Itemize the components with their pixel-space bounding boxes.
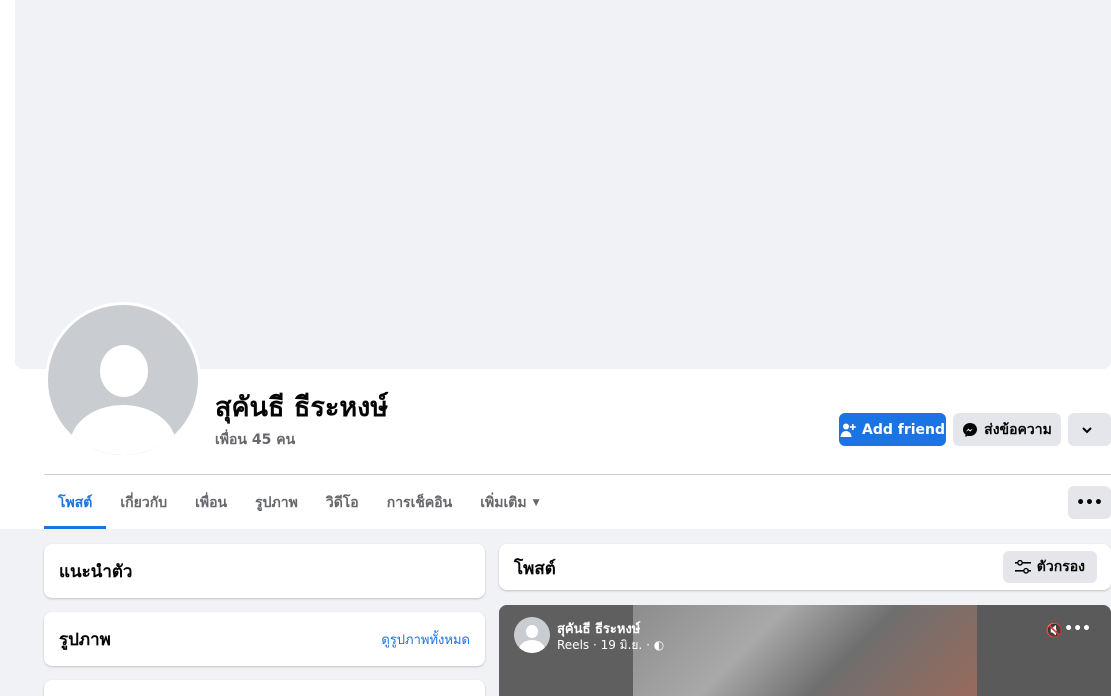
profile-page: สุคันธี ธีระหงษ์ เพื่อน 45 คน Add friend… (0, 0, 1111, 696)
add-person-icon (840, 423, 856, 437)
tab-friends[interactable]: เพื่อน (181, 478, 241, 528)
photos-card: รูปภาพ ดูรูปภาพทั้งหมด (44, 612, 485, 666)
profile-header: สุคันธี ธีระหงษ์ เพื่อน 45 คน Add friend… (0, 0, 1111, 529)
tab-checkins[interactable]: การเช็คอิน (373, 478, 467, 528)
reel-options-icon[interactable]: ••• (1064, 621, 1091, 637)
posts-header-card: โพสต์ ตัวกรอง (499, 544, 1111, 590)
filter-button[interactable]: ตัวกรอง (1002, 551, 1097, 583)
add-friend-label: Add friend (861, 421, 946, 438)
profile-avatar[interactable] (45, 302, 201, 458)
tab-posts[interactable]: โพสต์ (44, 478, 107, 529)
avatar-placeholder-body (70, 405, 176, 455)
intro-card: แนะนำตัว (44, 544, 485, 598)
friends-card (44, 680, 485, 696)
tab-label: โพสต์ (58, 495, 93, 511)
tabs-more-button[interactable]: ••• (1068, 486, 1111, 519)
tab-label: เพื่อน (195, 495, 228, 511)
see-all-photos-link[interactable]: ดูรูปภาพทั้งหมด (381, 629, 470, 650)
reel-right-blur (977, 605, 1111, 696)
tab-label: การเช็คอิน (386, 495, 453, 511)
add-friend-button[interactable]: Add friend (839, 413, 946, 446)
tab-label: เพิ่มเติม (480, 495, 527, 511)
tab-label: วิดีโอ (325, 495, 359, 511)
cover-photo[interactable] (15, 0, 1111, 369)
avatar-placeholder-head (526, 625, 538, 638)
mute-icon[interactable]: 🔇 (1046, 623, 1063, 639)
tab-label: เกี่ยวกับ (120, 495, 168, 511)
header-divider (44, 474, 1111, 475)
avatar-placeholder-body (519, 640, 545, 653)
photos-title[interactable]: รูปภาพ (59, 626, 111, 653)
tab-photos[interactable]: รูปภาพ (241, 478, 312, 528)
message-button[interactable]: ส่งข้อความ (953, 413, 1061, 446)
ellipsis-icon: ••• (1076, 494, 1103, 511)
audience-icon: ◐ (653, 638, 665, 652)
messenger-icon (963, 422, 978, 437)
intro-title: แนะนำตัว (59, 562, 133, 582)
reel-post[interactable]: สุคันธี ธีระหงษ์ Reels · 19 มิ.ย. · ◐ 🔇 … (499, 605, 1111, 696)
more-options-button[interactable] (1068, 413, 1111, 446)
sliders-icon (1014, 560, 1031, 574)
tab-about[interactable]: เกี่ยวกับ (106, 478, 181, 528)
friends-count[interactable]: เพื่อน 45 คน (215, 429, 295, 451)
profile-name: สุคันธี ธีระหงษ์ (215, 392, 389, 423)
tab-videos[interactable]: วิดีโอ (312, 478, 373, 528)
tab-label: รูปภาพ (255, 495, 298, 511)
reel-meta: Reels · 19 มิ.ย. · ◐ (557, 636, 664, 655)
reel-video[interactable] (633, 605, 977, 696)
reel-author-avatar[interactable] (514, 617, 550, 653)
caret-down-icon: ▼ (532, 498, 540, 508)
tab-more[interactable]: เพิ่มเติม ▼ (466, 478, 553, 528)
posts-title: โพสต์ (514, 559, 556, 579)
message-label: ส่งข้อความ (984, 421, 1052, 438)
filter-label: ตัวกรอง (1036, 559, 1085, 575)
reel-meta-text: Reels · 19 มิ.ย. · (557, 638, 650, 652)
avatar-placeholder-head (100, 345, 148, 397)
chevron-down-icon (1081, 426, 1092, 433)
profile-tabs: โพสต์ เกี่ยวกับ เพื่อน รูปภาพ วิดีโอ การ… (44, 478, 554, 529)
